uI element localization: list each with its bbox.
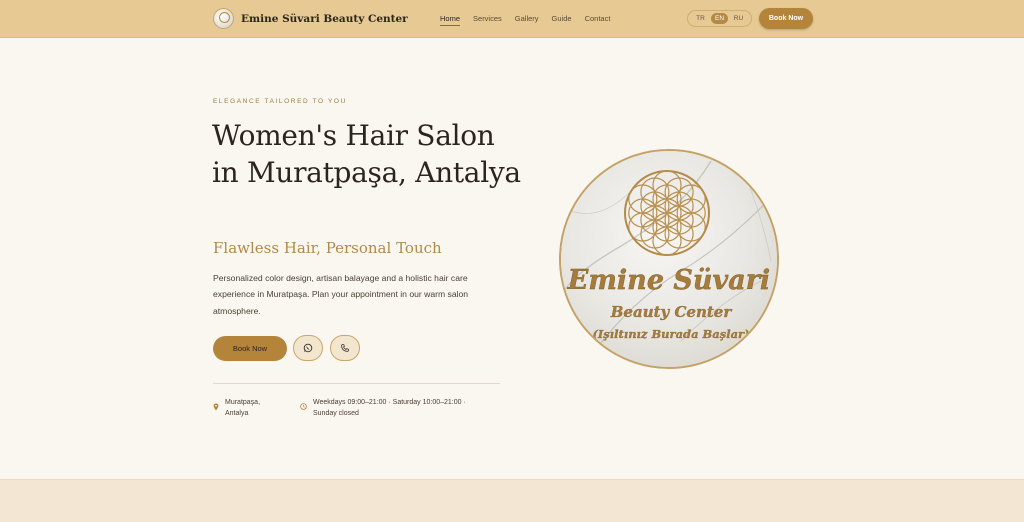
language-switcher: TR EN RU [687, 10, 752, 27]
phone-button[interactable] [330, 335, 360, 361]
hours-info: Weekdays 09:00–21:00 · Saturday 10:00–21… [300, 397, 483, 419]
location-text: Muratpaşa, Antalya [225, 399, 261, 417]
hero-divider [213, 383, 500, 384]
logo-line-3: (Işıltınız Burada Başlar) [592, 327, 749, 341]
phone-icon [341, 344, 349, 352]
hero-description: Personalized color design, artisan balay… [213, 273, 469, 316]
nav-services[interactable]: Services [473, 0, 502, 38]
salon-logo: Emine Süvari Beauty Center (Işıltınız Bu… [559, 149, 779, 369]
nav-contact[interactable]: Contact [585, 0, 611, 38]
nav-home[interactable]: Home [440, 0, 461, 38]
nav-gallery[interactable]: Gallery [515, 0, 539, 38]
hero-book-now-button[interactable]: Book Now [213, 336, 287, 361]
logo-line-1: Emine Süvari [567, 265, 770, 296]
hero-subtitle: Flawless Hair, Personal Touch [213, 239, 442, 257]
main-nav: Home Services Gallery Guide Contact [440, 0, 610, 38]
salon-logo-graphic: Emine Süvari Beauty Center (Işıltınız Bu… [561, 151, 777, 367]
hero-title: Women's Hair Salon in Muratpaşa, Antalya [212, 119, 521, 189]
site-header: Emine Süvari Beauty Center Home Services… [0, 0, 1024, 38]
location-info: Muratpaşa, Antalya [213, 397, 273, 419]
next-section-band [0, 479, 1024, 522]
brand[interactable]: Emine Süvari Beauty Center [213, 8, 408, 29]
whatsapp-icon [303, 343, 313, 353]
clock-icon [300, 403, 307, 410]
brand-logo-icon [213, 8, 234, 29]
brand-name: Emine Süvari Beauty Center [241, 12, 408, 25]
nav-guide[interactable]: Guide [552, 0, 572, 38]
logo-line-2: Beauty Center [610, 303, 733, 321]
lang-ru[interactable]: RU [730, 13, 747, 24]
hero-eyebrow: ELEGANCE TAILORED TO YOU [213, 98, 347, 105]
lang-en[interactable]: EN [711, 13, 728, 24]
header-book-now-button[interactable]: Book Now [759, 8, 813, 29]
whatsapp-button[interactable] [293, 335, 323, 361]
hours-text: Weekdays 09:00–21:00 · Saturday 10:00–21… [313, 399, 466, 417]
location-pin-icon [213, 403, 219, 411]
lang-tr[interactable]: TR [692, 13, 709, 24]
